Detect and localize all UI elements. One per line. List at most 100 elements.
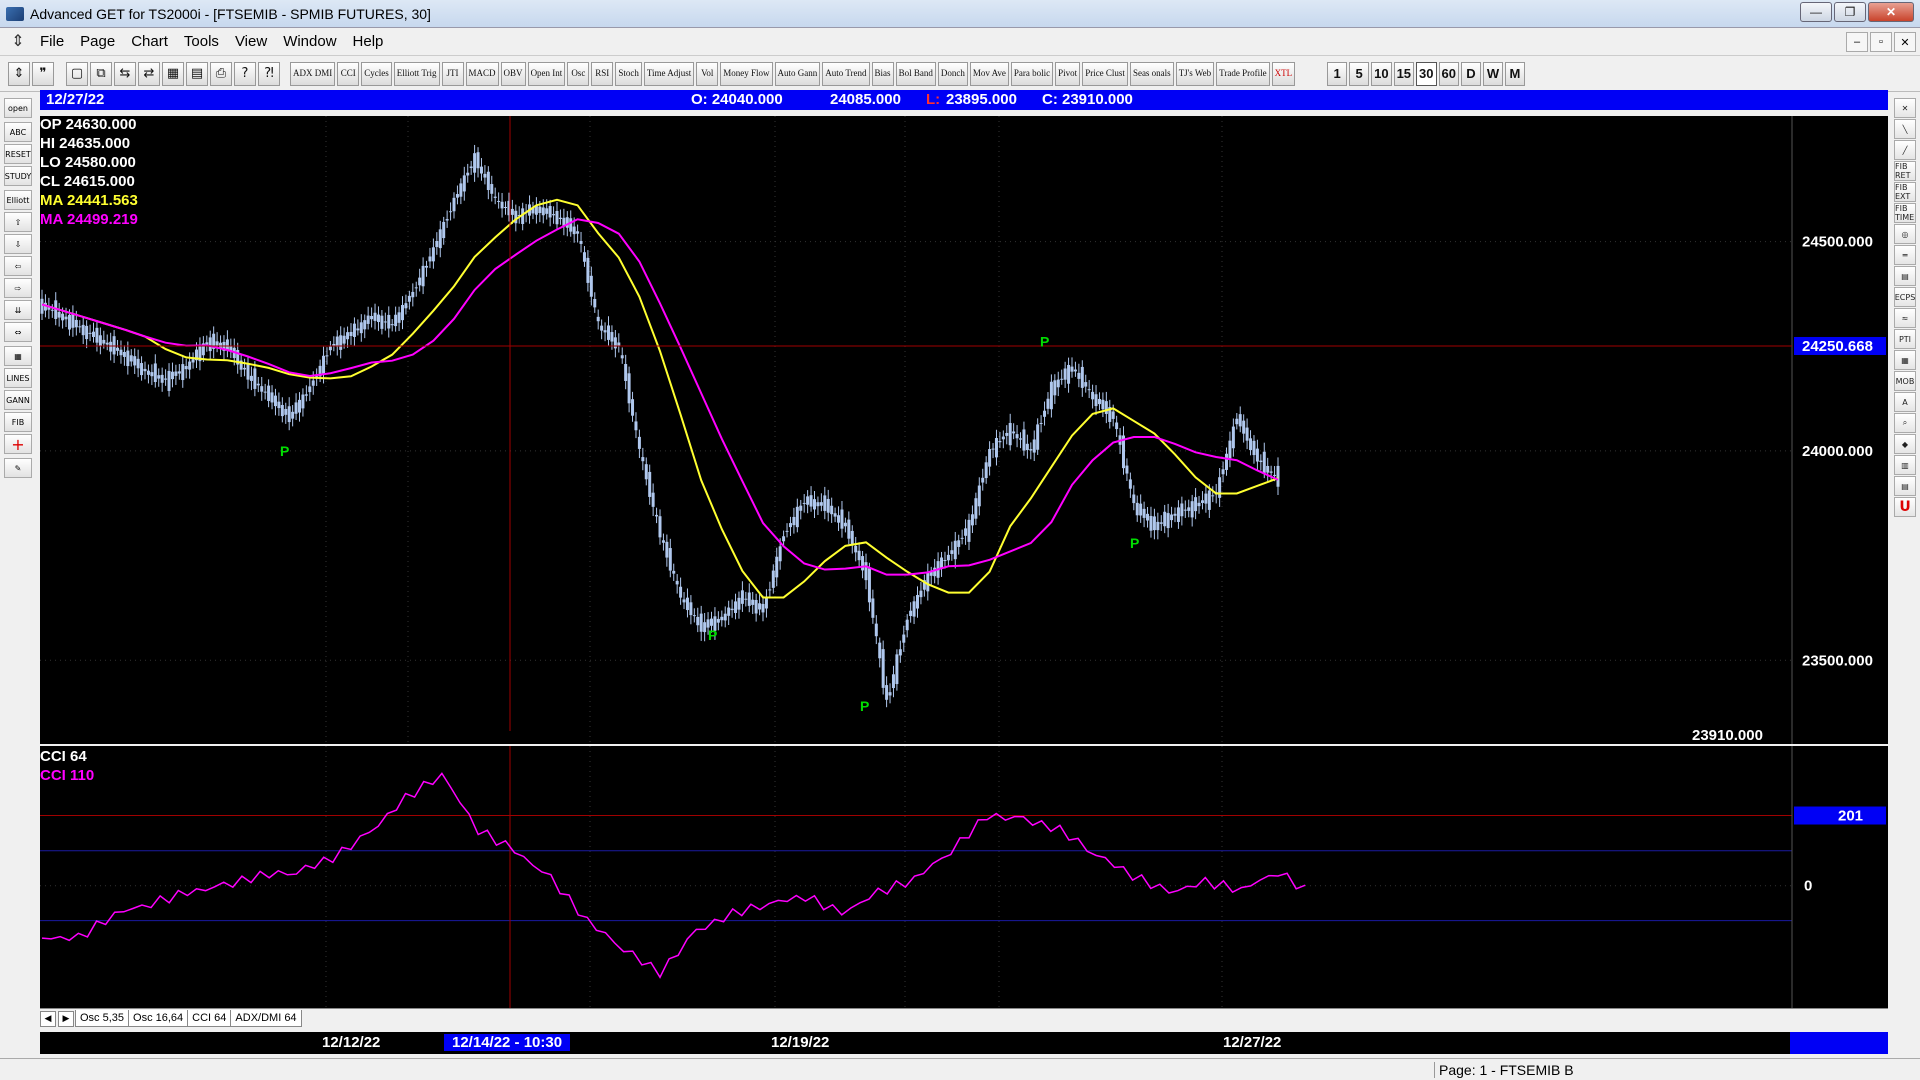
- study-donch-button[interactable]: Donch: [937, 61, 968, 86]
- left-tool-3-icon[interactable]: STUDY: [4, 166, 32, 186]
- study-macd-button[interactable]: MACD: [465, 61, 499, 86]
- study-bol-band-button[interactable]: Bol Band: [895, 61, 936, 86]
- right-tool-8-icon[interactable]: ▤: [1894, 266, 1916, 286]
- right-tool-9-icon[interactable]: ECPS: [1894, 287, 1916, 307]
- period-d-button[interactable]: D: [1460, 61, 1481, 86]
- study-open-int-button[interactable]: Open Int: [527, 61, 566, 86]
- left-tool-9-icon[interactable]: ⇊: [4, 300, 32, 320]
- quote-icon[interactable]: ❞: [32, 61, 54, 86]
- study-auto-trend-button[interactable]: Auto Trend: [822, 61, 870, 86]
- print-icon[interactable]: ⎙: [210, 61, 232, 86]
- study-osc-button[interactable]: Osc: [567, 61, 590, 86]
- link-icon[interactable]: ⇄: [138, 61, 160, 86]
- study-cci-button[interactable]: CCI: [337, 61, 360, 86]
- minimize-button[interactable]: —: [1800, 2, 1832, 22]
- right-tool-5-icon[interactable]: FIB TIME: [1894, 203, 1916, 223]
- study-auto-gann-button[interactable]: Auto Gann: [774, 61, 821, 86]
- menu-file[interactable]: File: [32, 33, 72, 50]
- mdi-close-button[interactable]: ✕: [1894, 32, 1916, 52]
- right-tool-3-icon[interactable]: FIB RET: [1894, 161, 1916, 181]
- menu-help[interactable]: Help: [345, 33, 392, 50]
- right-tool-15-icon[interactable]: ⌕: [1894, 413, 1916, 433]
- period-1-button[interactable]: 1: [1327, 61, 1348, 86]
- right-tool-4-icon[interactable]: FIB EXT: [1894, 182, 1916, 202]
- left-tool-13-icon[interactable]: GANN: [4, 390, 32, 410]
- study-para-bolic-button[interactable]: Para bolic: [1010, 61, 1054, 86]
- period-30-button[interactable]: 30: [1416, 61, 1437, 86]
- left-tool-0-icon[interactable]: open: [4, 98, 32, 118]
- study-money-flow-button[interactable]: Money Flow: [720, 61, 773, 86]
- study-seas-onals-button[interactable]: Seas onals: [1129, 61, 1174, 86]
- study-bias-button[interactable]: Bias: [871, 61, 894, 86]
- study-tj-s-web-button[interactable]: TJ's Web: [1175, 61, 1215, 86]
- tab-osc-16-64[interactable]: Osc 16,64: [128, 1010, 189, 1027]
- left-tool-1-icon[interactable]: ABC: [4, 122, 32, 142]
- mdi-minimize-button[interactable]: –: [1846, 32, 1868, 52]
- cci-indicator-panel[interactable]: 201 0 CCI 64 CCI 110: [40, 746, 1888, 1008]
- study-obv-button[interactable]: OBV: [500, 61, 526, 86]
- copy-icon[interactable]: ⧉: [90, 61, 112, 86]
- study-trade-profile-button[interactable]: Trade Profile: [1216, 61, 1270, 86]
- close-button[interactable]: ✕: [1868, 2, 1914, 22]
- menu-page[interactable]: Page: [72, 33, 123, 50]
- right-tool-6-icon[interactable]: ◎: [1894, 224, 1916, 244]
- left-tool-6-icon[interactable]: ⇩: [4, 234, 32, 254]
- study-elliott-trig-button[interactable]: Elliott Trig: [393, 61, 440, 86]
- study-vol-button[interactable]: Vol: [696, 61, 719, 86]
- left-tool-4-icon[interactable]: Elliott: [4, 190, 32, 210]
- study-pivot-button[interactable]: Pivot: [1055, 61, 1081, 86]
- grid2-icon[interactable]: ▤: [186, 61, 208, 86]
- move-icon[interactable]: ⇆: [114, 61, 136, 86]
- right-tool-16-icon[interactable]: ◆: [1894, 434, 1916, 454]
- left-tool-16-icon[interactable]: ✎: [4, 458, 32, 478]
- study-rsi-button[interactable]: RSI: [591, 61, 614, 86]
- right-tool-17-icon[interactable]: ▥: [1894, 455, 1916, 475]
- study-cycles-button[interactable]: Cycles: [361, 61, 392, 86]
- right-tool-11-icon[interactable]: PTI: [1894, 329, 1916, 349]
- right-tool-19-icon[interactable]: U: [1894, 497, 1916, 517]
- study-adx-dmi-button[interactable]: ADX DMI: [290, 61, 336, 86]
- help-icon[interactable]: ?: [234, 61, 256, 86]
- new-icon[interactable]: ▢: [66, 61, 88, 86]
- left-tool-12-icon[interactable]: LINES: [4, 368, 32, 388]
- study-stoch-button[interactable]: Stoch: [615, 61, 642, 86]
- tab-cci-64[interactable]: CCI 64: [187, 1010, 232, 1027]
- document-icon[interactable]: ⇕: [10, 33, 26, 51]
- mdi-restore-button[interactable]: ▫: [1870, 32, 1892, 52]
- right-tool-1-icon[interactable]: ╲: [1894, 119, 1916, 139]
- left-tool-2-icon[interactable]: RESET: [4, 144, 32, 164]
- left-tool-5-icon[interactable]: ⇧: [4, 212, 32, 232]
- left-tool-14-icon[interactable]: FIB: [4, 412, 32, 432]
- right-tool-14-icon[interactable]: A: [1894, 392, 1916, 412]
- left-tool-15-icon[interactable]: +: [4, 434, 32, 454]
- left-tool-7-icon[interactable]: ⇦: [4, 256, 32, 276]
- left-tool-11-icon[interactable]: ▦: [4, 346, 32, 366]
- period-15-button[interactable]: 15: [1393, 61, 1415, 86]
- study-price-clust-button[interactable]: Price Clust: [1082, 61, 1128, 86]
- tab-osc-5-35[interactable]: Osc 5,35: [75, 1010, 130, 1027]
- right-tool-13-icon[interactable]: MOB: [1894, 371, 1916, 391]
- left-tool-8-icon[interactable]: ⇨: [4, 278, 32, 298]
- right-tool-18-icon[interactable]: ▤: [1894, 476, 1916, 496]
- period-10-button[interactable]: 10: [1371, 61, 1392, 86]
- price-chart-svg[interactable]: 24500.000 24000.000 23500.000 24250.668 2391…: [23, 116, 1888, 744]
- period-60-button[interactable]: 60: [1438, 61, 1459, 86]
- price-chart[interactable]: 24500.000 24000.000 23500.000 24250.668 2391…: [23, 116, 1888, 744]
- period-m-button[interactable]: M: [1504, 61, 1525, 86]
- context-help-icon[interactable]: ⁈: [258, 61, 280, 86]
- period-5-button[interactable]: 5: [1349, 61, 1370, 86]
- menu-tools[interactable]: Tools: [176, 33, 227, 50]
- menu-view[interactable]: View: [227, 33, 275, 50]
- pointer-icon[interactable]: ⇕: [8, 61, 30, 86]
- menu-window[interactable]: Window: [275, 33, 344, 50]
- tab-adx-dmi-64[interactable]: ADX/DMI 64: [230, 1010, 302, 1027]
- right-tool-10-icon[interactable]: ≈: [1894, 308, 1916, 328]
- menu-chart[interactable]: Chart: [123, 33, 176, 50]
- right-tool-0-icon[interactable]: ✕: [1894, 98, 1916, 118]
- period-w-button[interactable]: W: [1482, 61, 1503, 86]
- right-tool-12-icon[interactable]: ▦: [1894, 350, 1916, 370]
- tab-next-button[interactable]: ▶: [58, 1010, 74, 1027]
- left-tool-10-icon[interactable]: ⇔: [4, 322, 32, 342]
- grid-icon[interactable]: ▦: [162, 61, 184, 86]
- cci-chart-svg[interactable]: 2010: [40, 746, 1888, 1008]
